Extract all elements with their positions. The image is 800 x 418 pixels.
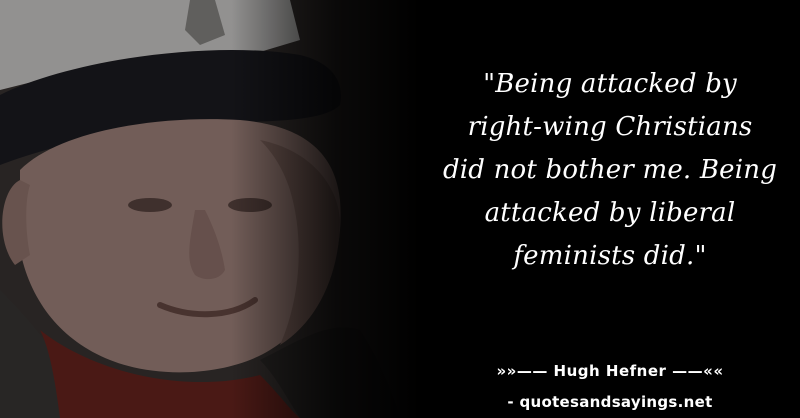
- left-eye: [128, 198, 172, 212]
- quote-text: "Being attacked by right-wing Christians…: [420, 63, 800, 278]
- portrait-photo: [0, 0, 420, 418]
- right-eye: [228, 198, 272, 212]
- author-attribution: »»—— Hugh Hefner ——««: [496, 362, 724, 380]
- quote-line: did not bother me. Being: [442, 155, 778, 185]
- source-watermark: - quotesandsayings.net: [507, 393, 713, 411]
- portrait-illustration: [0, 0, 420, 418]
- quote-line: feminists did.": [513, 241, 707, 271]
- quote-line: "Being attacked by: [483, 69, 737, 99]
- quote-line: right-wing Christians: [467, 112, 753, 142]
- quote-line: attacked by liberal: [484, 198, 736, 228]
- quote-card: "Being attacked by right-wing Christians…: [0, 0, 800, 418]
